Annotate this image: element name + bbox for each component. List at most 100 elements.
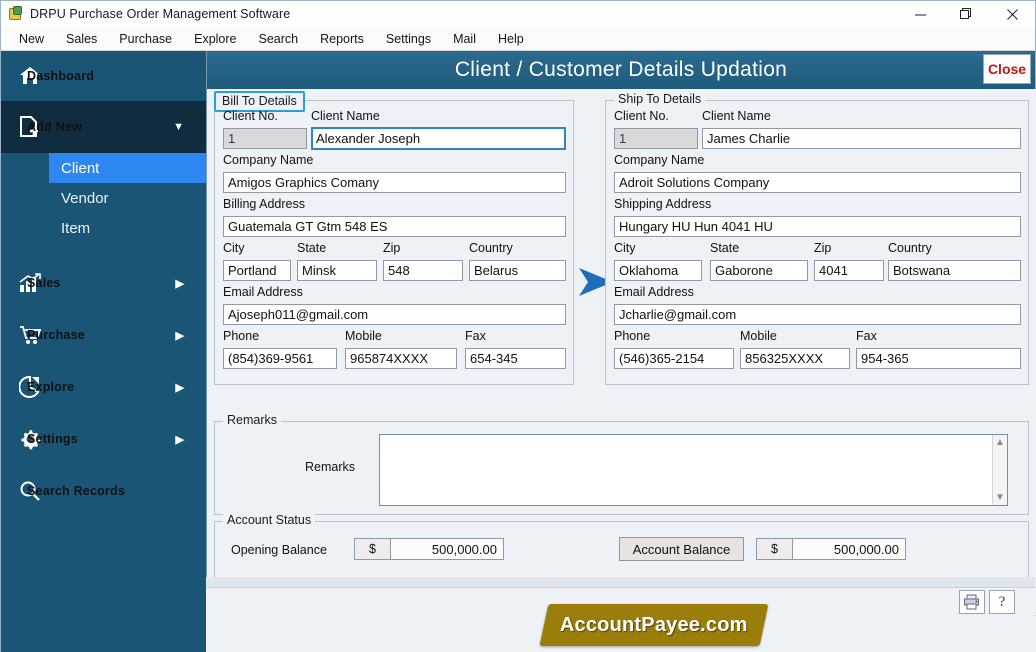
sidebar-item-purchase[interactable]: Purchase ▶ <box>1 309 206 361</box>
ship-city-input[interactable]: Oklahoma <box>614 260 702 281</box>
bill-country-label: Country <box>469 241 513 255</box>
sidebar-item-search-records[interactable]: Search Records <box>1 465 206 517</box>
remarks-fieldset: Remarks Remarks ▲ ▼ <box>214 413 1029 515</box>
sidebar-label-explore: Explore <box>27 380 75 394</box>
ship-company-label: Company Name <box>614 153 705 167</box>
chevron-right-icon: ▶ <box>175 329 184 342</box>
menu-item-search[interactable]: Search <box>248 29 310 49</box>
sidebar-label-dashboard: Dashboard <box>27 69 95 83</box>
sidebar-label-search-records: Search Records <box>27 484 125 498</box>
question-mark-icon: ? <box>998 593 1006 610</box>
sidebar-item-dashboard[interactable]: Dashboard <box>1 51 206 101</box>
ship-state-input[interactable]: Gaborone <box>710 260 808 281</box>
account-balance-value[interactable]: 500,000.00 <box>793 539 905 559</box>
sidebar-item-client[interactable]: Client <box>49 153 209 183</box>
maximize-restore-icon[interactable] <box>943 1 989 27</box>
bill-zip-label: Zip <box>383 241 401 255</box>
chevron-right-icon: ▶ <box>175 277 184 290</box>
sidebar-label-purchase: Purchase <box>27 328 85 342</box>
balance-currency-symbol: $ <box>757 539 793 559</box>
opening-balance-field[interactable]: $ 500,000.00 <box>354 538 504 560</box>
chevron-down-icon: ▼ <box>173 121 184 133</box>
opening-balance-label: Opening Balance <box>231 543 327 557</box>
bill-address-input[interactable]: Guatemala GT Gtm 548 ES <box>223 216 566 237</box>
close-window-button[interactable] <box>989 1 1035 27</box>
bill-company-input[interactable]: Amigos Graphics Comany <box>223 172 566 193</box>
bill-city-label: City <box>223 241 245 255</box>
app-logo-icon <box>8 6 24 22</box>
footer-icon-group: ? <box>959 590 1015 614</box>
account-status-legend: Account Status <box>223 513 316 527</box>
sidebar-item-vendor[interactable]: Vendor <box>1 183 206 213</box>
window-controls <box>897 1 1035 27</box>
menu-bar: New Sales Purchase Explore Search Report… <box>1 27 1035 51</box>
ship-client-no-input[interactable]: 1 <box>614 128 698 149</box>
ship-fax-label: Fax <box>856 329 877 343</box>
application-window: DRPU Purchase Order Management Software … <box>0 0 1036 652</box>
remarks-textarea[interactable]: ▲ ▼ <box>379 434 1008 506</box>
footer-bar: ? AccountPayee.com <box>206 587 1035 652</box>
ship-client-no-label: Client No. <box>614 109 669 123</box>
menu-item-sales[interactable]: Sales <box>55 29 108 49</box>
ship-city-label: City <box>614 241 636 255</box>
remarks-scrollbar[interactable]: ▲ ▼ <box>992 435 1007 505</box>
sidebar-item-add-new[interactable]: Add New ▼ <box>1 101 206 153</box>
ship-phone-input[interactable]: (546)365-2154 <box>614 348 734 369</box>
opening-currency-symbol: $ <box>355 539 391 559</box>
printer-icon <box>964 594 979 610</box>
scroll-up-icon[interactable]: ▲ <box>995 437 1005 448</box>
ship-zip-input[interactable]: 4041 <box>814 260 884 281</box>
ship-email-label: Email Address <box>614 285 694 299</box>
sidebar-item-explore[interactable]: Explore ▶ <box>1 361 206 413</box>
brand-logo: AccountPayee.com <box>539 604 769 646</box>
bill-mobile-label: Mobile <box>345 329 382 343</box>
bill-client-no-input[interactable]: 1 <box>223 128 307 149</box>
ship-country-input[interactable]: Botswana <box>888 260 1021 281</box>
bill-fax-input[interactable]: 654-345 <box>465 348 566 369</box>
bill-mobile-input[interactable]: 965874XXXX <box>345 348 457 369</box>
account-balance-button[interactable]: Account Balance <box>619 537 744 561</box>
menu-item-explore[interactable]: Explore <box>183 29 247 49</box>
bill-client-no-label: Client No. <box>223 109 278 123</box>
ship-address-input[interactable]: Hungary HU Hun 4041 HU <box>614 216 1021 237</box>
bill-city-input[interactable]: Portland <box>223 260 291 281</box>
bill-zip-input[interactable]: 548 <box>383 260 463 281</box>
account-balance-field[interactable]: $ 500,000.00 <box>756 538 906 560</box>
menu-item-reports[interactable]: Reports <box>309 29 375 49</box>
help-button[interactable]: ? <box>989 590 1015 614</box>
ship-to-legend: Ship To Details <box>614 92 706 106</box>
form-header: Client / Customer Details Updation Close <box>207 51 1035 89</box>
opening-balance-value[interactable]: 500,000.00 <box>391 539 503 559</box>
menu-item-settings[interactable]: Settings <box>375 29 442 49</box>
bill-client-name-input[interactable]: Alexander Joseph <box>311 127 566 150</box>
menu-item-new[interactable]: New <box>8 29 55 49</box>
scroll-down-icon[interactable]: ▼ <box>995 492 1005 503</box>
ship-company-input[interactable]: Adroit Solutions Company <box>614 172 1021 193</box>
ship-email-input[interactable]: Jcharlie@gmail.com <box>614 304 1021 325</box>
ship-client-name-input[interactable]: James Charlie <box>702 128 1021 149</box>
bill-email-input[interactable]: Ajoseph011@gmail.com <box>223 304 566 325</box>
ship-zip-label: Zip <box>814 241 832 255</box>
minimize-button[interactable] <box>897 1 943 27</box>
ship-state-label: State <box>710 241 740 255</box>
title-bar: DRPU Purchase Order Management Software <box>1 1 1035 27</box>
window-title: DRPU Purchase Order Management Software <box>30 7 291 21</box>
sidebar-item-sales[interactable]: Sales ▶ <box>1 257 206 309</box>
print-button[interactable] <box>959 590 985 614</box>
menu-item-mail[interactable]: Mail <box>442 29 487 49</box>
bill-phone-input[interactable]: (854)369-9561 <box>223 348 337 369</box>
bill-country-input[interactable]: Belarus <box>469 260 566 281</box>
close-form-button[interactable]: Close <box>983 54 1031 84</box>
ship-fax-input[interactable]: 954-365 <box>856 348 1021 369</box>
ship-mobile-label: Mobile <box>740 329 777 343</box>
sidebar-item-settings[interactable]: Settings ▶ <box>1 413 206 465</box>
sidebar-label-sales: Sales <box>27 276 61 290</box>
bill-state-input[interactable]: Minsk <box>297 260 377 281</box>
ship-mobile-input[interactable]: 856325XXXX <box>740 348 850 369</box>
bill-client-name-label: Client Name <box>311 109 380 123</box>
menu-item-purchase[interactable]: Purchase <box>108 29 183 49</box>
account-status-fieldset: Account Status Opening Balance $ 500,000… <box>214 513 1029 579</box>
sidebar-item-item[interactable]: Item <box>1 213 206 243</box>
ship-phone-label: Phone <box>614 329 651 343</box>
menu-item-help[interactable]: Help <box>487 29 535 49</box>
